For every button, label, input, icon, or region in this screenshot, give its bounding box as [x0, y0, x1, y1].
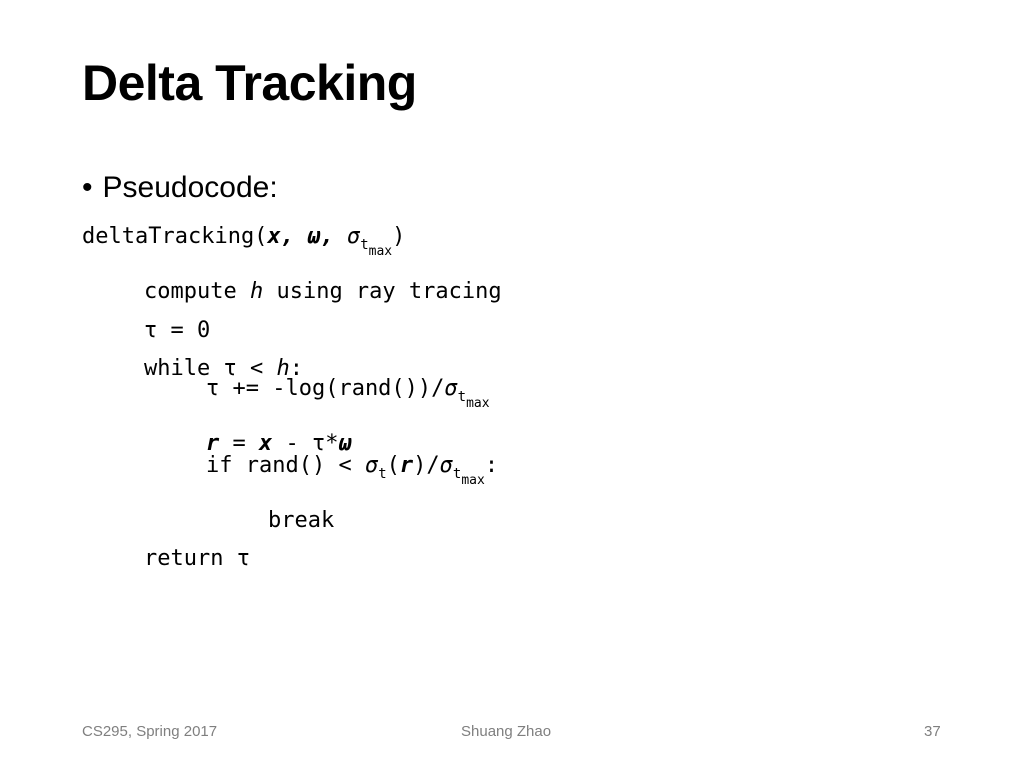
- code-text: compute: [144, 279, 250, 304]
- function-name: deltaTracking(: [82, 224, 268, 249]
- sigma-symbol: σ: [346, 224, 361, 249]
- subscript-max: max: [466, 396, 490, 411]
- footer-course: CS295, Spring 2017: [82, 723, 218, 740]
- sigma-symbol: σ: [364, 453, 379, 478]
- close-paren: ): [392, 224, 406, 249]
- code-line-init: τ = 0: [144, 318, 211, 343]
- subscript-t: t: [378, 466, 387, 482]
- code-line-return: return τ: [144, 546, 250, 571]
- code-signature: deltaTracking(x, ω, σtmax): [82, 224, 406, 259]
- var-r: r: [399, 453, 414, 478]
- subscript-max: max: [461, 473, 485, 488]
- code-text: τ += -log(rand())/: [206, 376, 445, 401]
- subscript-t: t: [457, 389, 467, 405]
- code-line-compute: compute h using ray tracing: [144, 281, 502, 303]
- code-line-break: break: [268, 508, 335, 533]
- subscript-max: max: [368, 244, 393, 259]
- var-h: h: [249, 279, 264, 304]
- slide-title: Delta Tracking: [82, 55, 417, 111]
- sigma-symbol: σ: [439, 453, 453, 478]
- bullet-marker: •: [82, 171, 93, 204]
- code-text: :: [484, 453, 499, 478]
- sigma-symbol: σ: [444, 376, 458, 401]
- bullet-text: Pseudocode:: [102, 171, 278, 204]
- code-line-increment: τ += -log(rand())/σtmax: [206, 376, 490, 411]
- bullet-pseudocode: • Pseudocode:: [82, 173, 278, 203]
- code-text: using ray tracing: [263, 279, 502, 304]
- footer-page-number: 37: [924, 723, 941, 740]
- code-text: if rand() <: [206, 453, 365, 478]
- arg-omega: ω: [307, 224, 321, 249]
- separator: ,: [320, 224, 347, 249]
- footer-author: Shuang Zhao: [461, 723, 552, 740]
- subscript-t: t: [360, 237, 369, 253]
- separator: ,: [280, 224, 308, 249]
- code-text: )/: [413, 453, 440, 478]
- code-line-if: if rand() < σt(r)/σtmax:: [206, 453, 499, 488]
- code-line-position: r = x - τ*ω: [206, 433, 352, 455]
- arg-x: x: [267, 224, 281, 249]
- code-text: (: [386, 453, 400, 478]
